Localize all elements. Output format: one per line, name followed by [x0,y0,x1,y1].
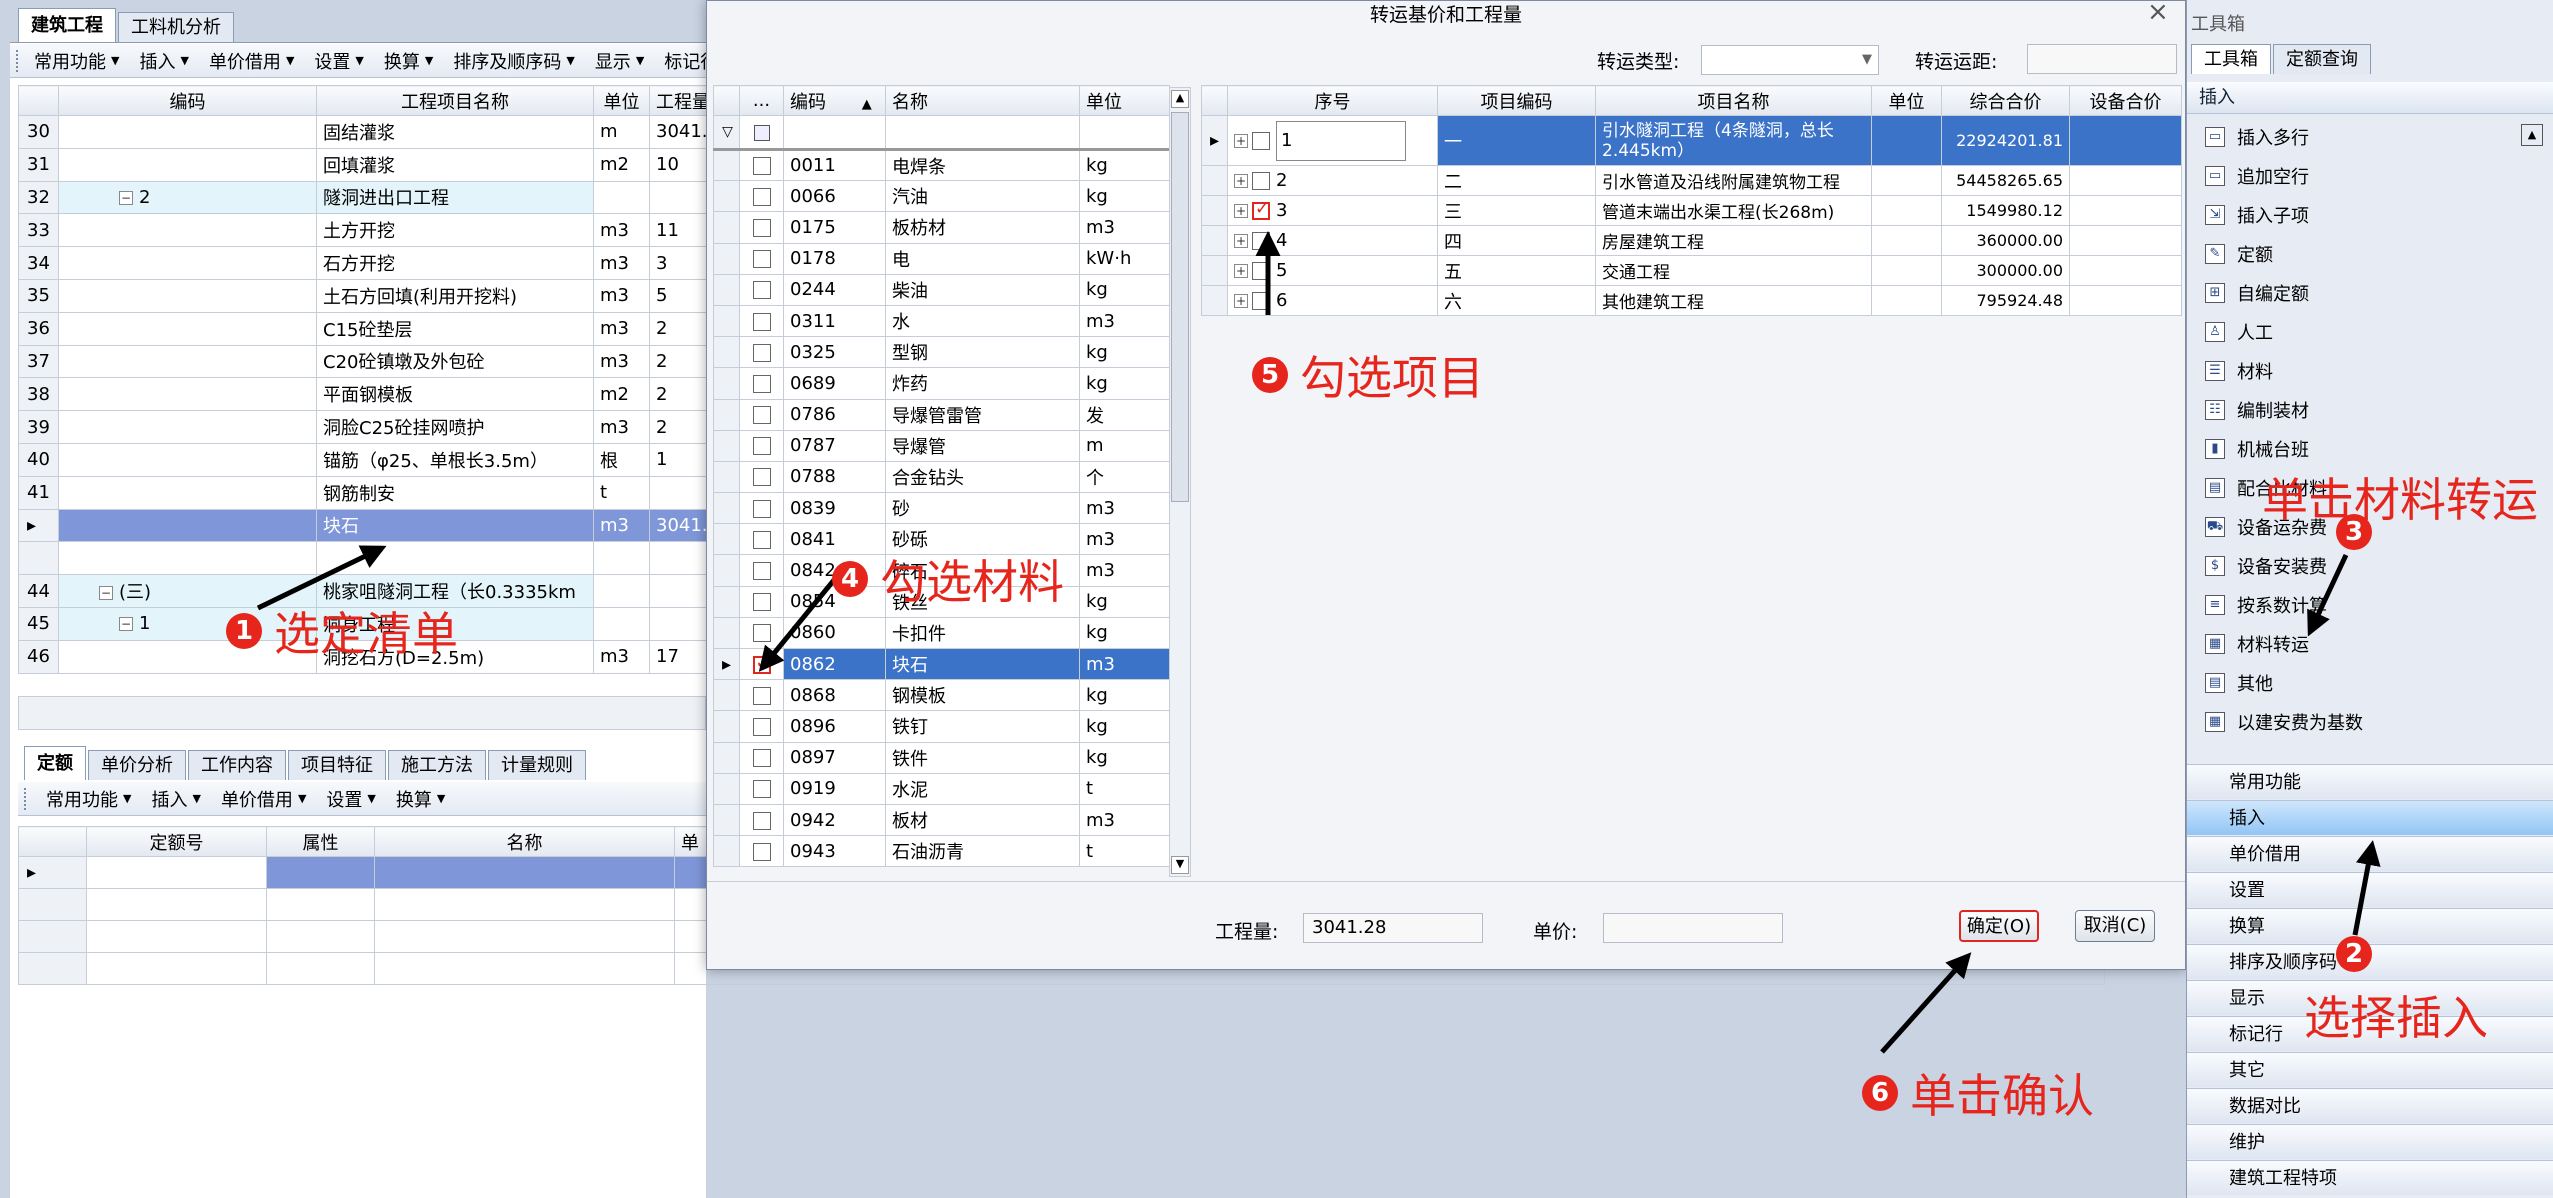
arrow-6 [1880,952,1972,1054]
annotation-5: 5 勾选项目 [1252,342,1484,408]
annotation-3-badge: 3 [2336,514,2372,550]
annotation-4: 4 勾选材料 [832,546,1064,612]
arrow-4 [758,578,836,672]
annotation-2-badge: 2 [2336,936,2372,972]
arrow-2 [2352,840,2381,936]
annotation-text: 勾选材料 [880,555,1064,609]
annotation-1: 1 选定清单 [226,598,458,664]
step-badge: 1 [226,613,262,649]
annotation-6: 6 单击确认 [1862,1060,2094,1126]
annotation-3-text: 单击材料转运 [2262,473,2538,527]
annotation-text: 单击确认 [1910,1069,2094,1123]
annotation-text: 勾选项目 [1300,351,1484,405]
step-badge: 6 [1862,1075,1898,1111]
arrow-3 [2307,553,2349,637]
annotation-2-text: 选择插入 [2304,991,2488,1045]
step-badge: 5 [1252,357,1288,393]
annotation-text: 选定清单 [274,607,458,661]
step-badge: 4 [832,561,868,597]
